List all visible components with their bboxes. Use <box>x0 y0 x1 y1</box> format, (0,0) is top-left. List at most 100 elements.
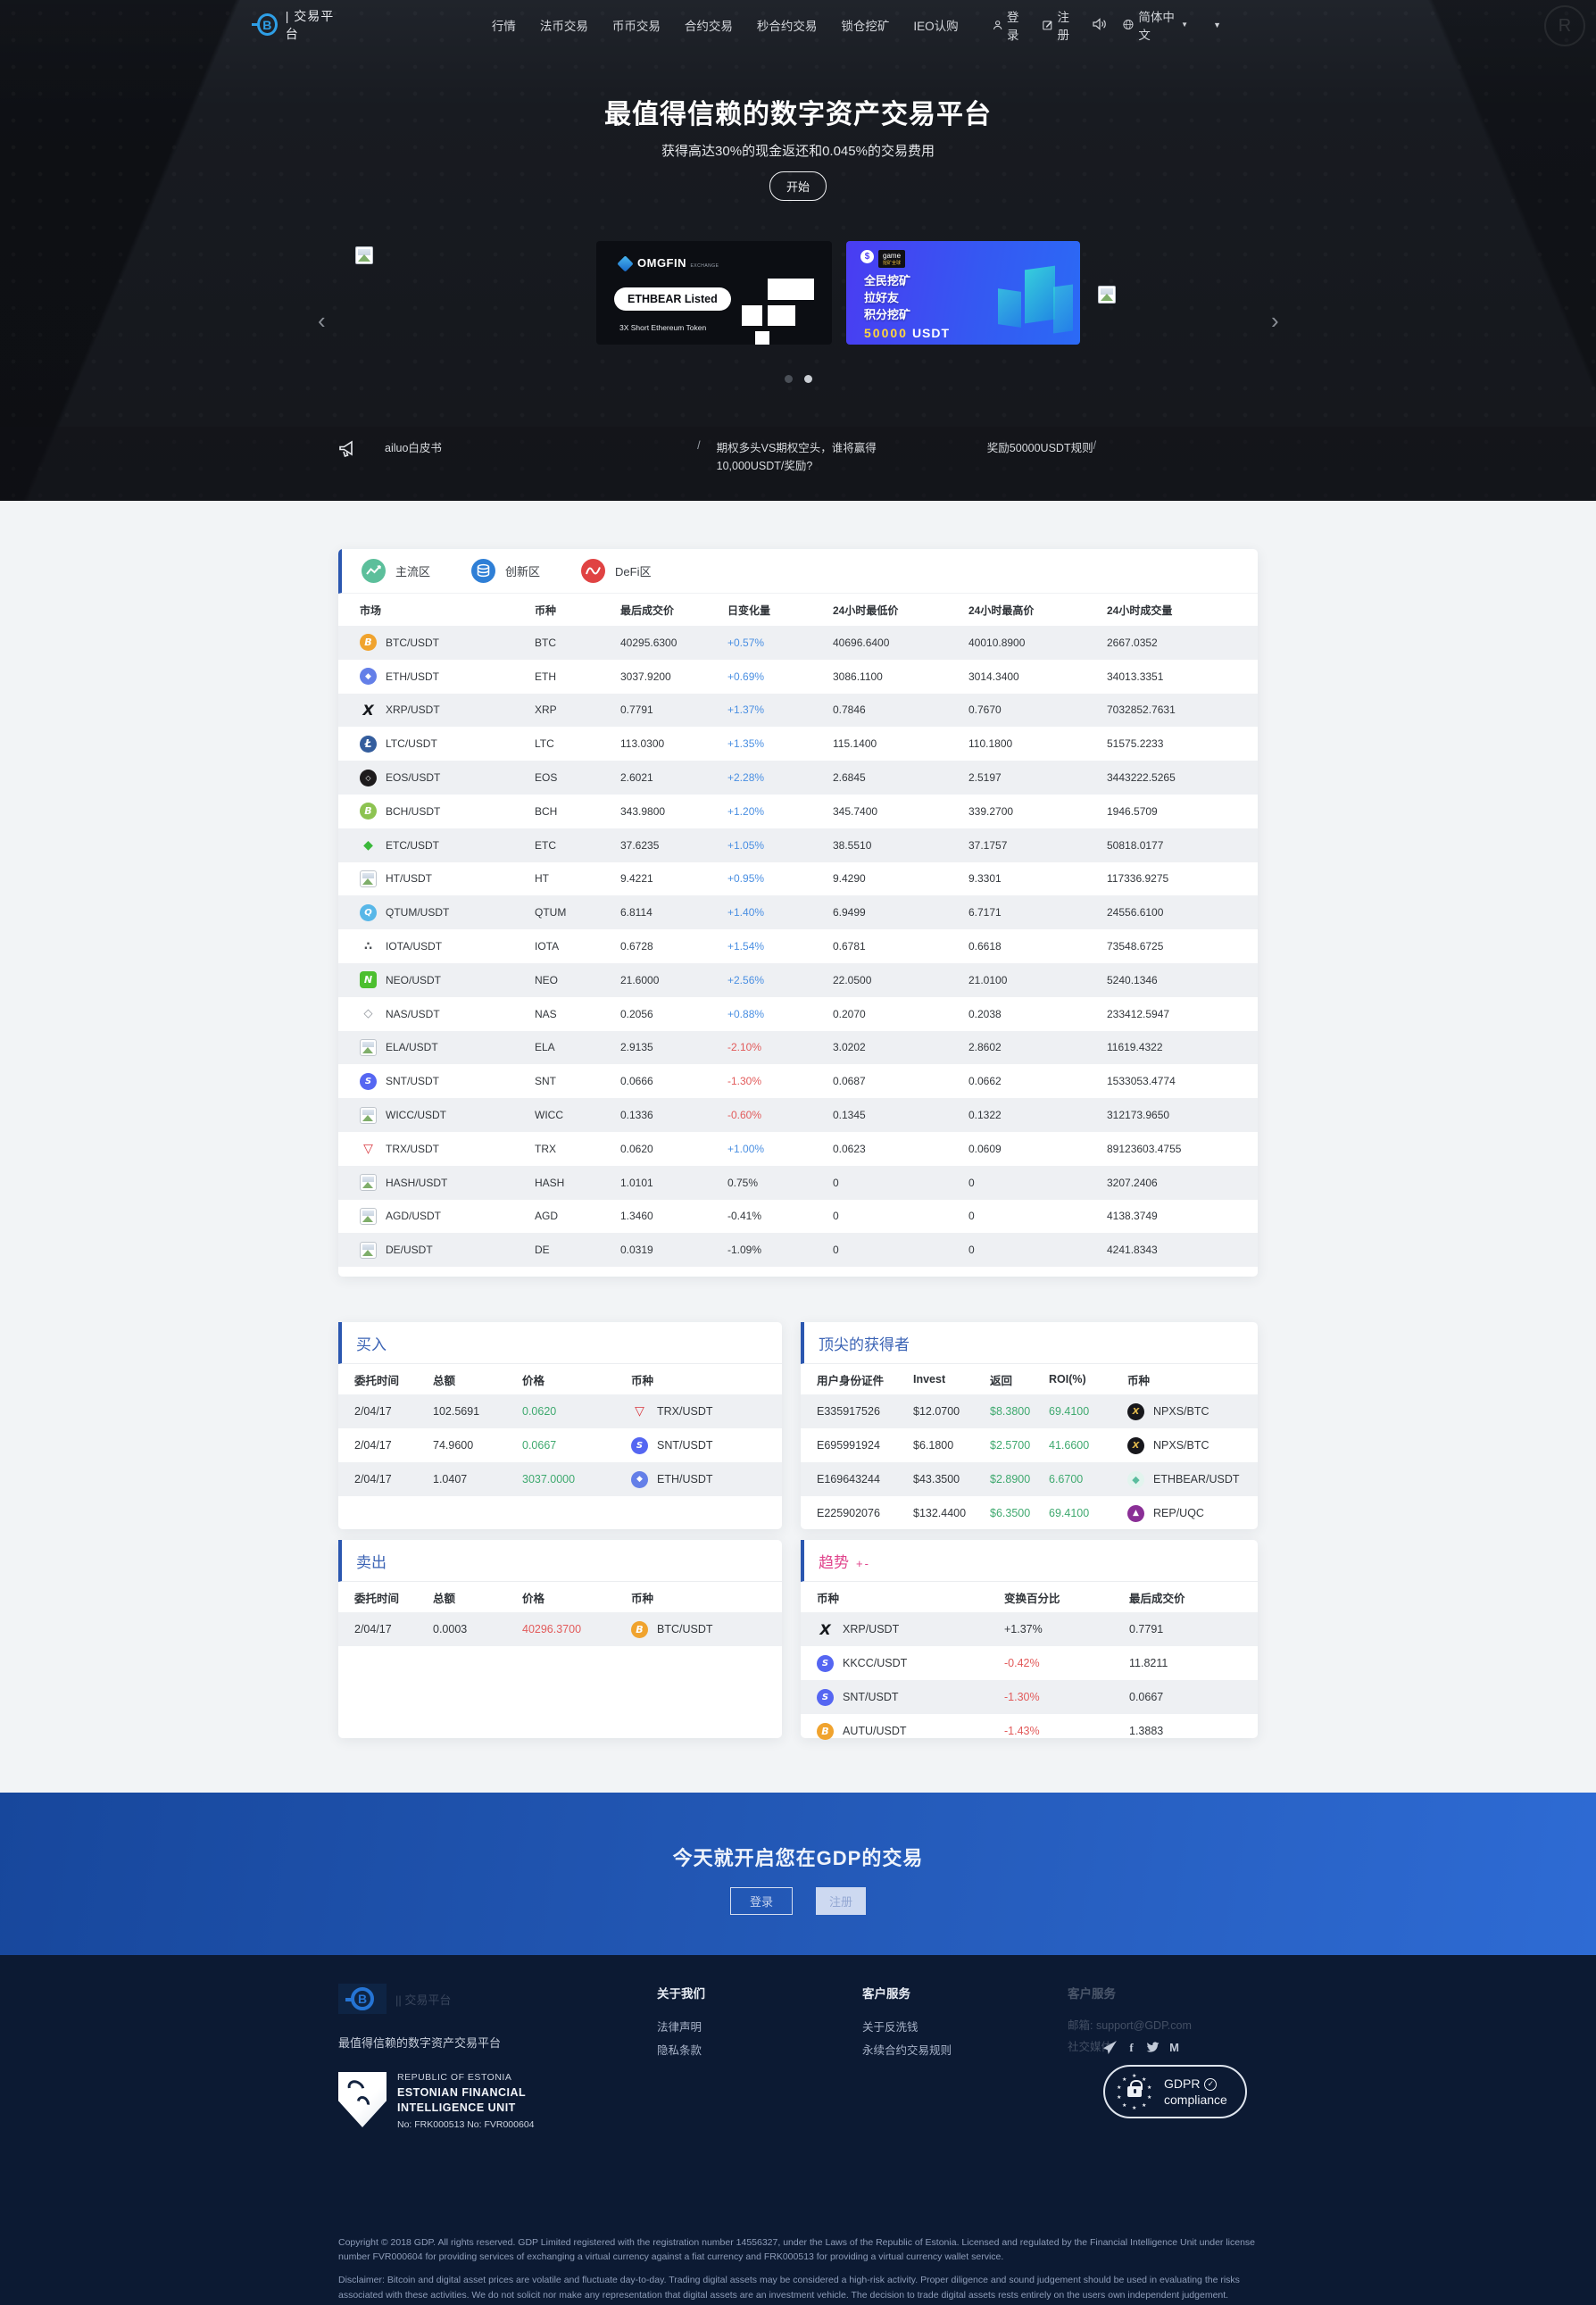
footer-tagline: 最值得信赖的数字资产交易平台 <box>338 2036 502 2050</box>
market-row[interactable]: HASH/USDT HASH 1.0101 0.75% 0 0 3207.240… <box>338 1165 1258 1200</box>
nav-item[interactable]: IEO认购 <box>913 16 958 34</box>
login-link[interactable]: 登录 <box>993 7 1027 43</box>
low-24h: 0 <box>833 1244 839 1257</box>
top-earners-body: E335917526 $12.0700 $8.3800 69.4100 X NPX… <box>801 1394 1258 1530</box>
carousel-prev-arrow[interactable]: ‹ <box>318 309 326 332</box>
last-price: 0.6728 <box>620 940 653 953</box>
carousel-dot[interactable] <box>784 375 793 383</box>
nav-item[interactable]: 法币交易 <box>540 16 588 34</box>
nav-item[interactable]: 锁仓挖矿 <box>841 16 889 34</box>
market-row[interactable]: ∴ IOTA/USDT IOTA 0.6728 +1.54% 0.6781 0.… <box>338 929 1258 963</box>
footer-link[interactable]: 隐私条款 <box>657 2039 862 2062</box>
facebook-icon[interactable]: f <box>1125 2041 1138 2054</box>
ticker-link[interactable]: ailuo白皮书 <box>385 439 442 475</box>
coin-icon: X <box>1127 1436 1144 1454</box>
cta-register-button[interactable]: 注册 <box>816 1887 866 1915</box>
banner-omgfin[interactable]: OMGFIN EXCHANGE ETHBEAR Listed 3X Short … <box>596 241 832 345</box>
banner-mining[interactable]: $ game 挖矿全球 全民挖矿 拉好友 积分挖矿 50000 USDT <box>846 241 1080 345</box>
market-table-body: B BTC/USDT BTC 40295.6300 +0.57% 40696.6… <box>338 626 1258 1268</box>
market-row[interactable]: WICC/USDT WICC 0.1336 -0.60% 0.1345 0.13… <box>338 1098 1258 1132</box>
user-id: E169643244 <box>817 1473 880 1485</box>
nav-item[interactable]: 币币交易 <box>612 16 661 34</box>
daily-change: +1.37% <box>727 703 765 717</box>
change-percent: -1.43% <box>1004 1725 1040 1737</box>
market-row[interactable]: DE/USDT DE 0.0319 -1.09% 0 0 4241.8343 <box>338 1233 1258 1268</box>
banner-graphic <box>1025 265 1055 324</box>
top-earners-header: 用户身份证件 Invest 返回 ROI(%) 币种 <box>801 1364 1258 1394</box>
market-row[interactable]: ◇ EOS/USDT EOS 2.6021 +2.28% 2.6845 2.51… <box>338 761 1258 795</box>
coin-code: NEO <box>535 973 559 986</box>
nav-item[interactable]: 合约交易 <box>685 16 733 34</box>
market-row[interactable]: ◆ ETC/USDT ETC 37.6235 +1.05% 38.5510 37… <box>338 828 1258 862</box>
footer-link[interactable]: 法律声明 <box>657 2016 862 2039</box>
last-price: 2.9135 <box>620 1041 653 1054</box>
market-row[interactable]: N NEO/USDT NEO 21.6000 +2.56% 22.0500 21… <box>338 962 1258 997</box>
pair-label: XRP/USDT <box>843 1623 900 1635</box>
column-header: 价格 <box>522 1592 545 1605</box>
register-link[interactable]: 注册 <box>1043 7 1076 43</box>
column-header: 委托时间 <box>354 1592 400 1605</box>
volume-24h: 73548.6725 <box>1107 940 1164 953</box>
coin-icon: ▲ <box>1127 1504 1144 1522</box>
change-percent: -1.30% <box>1004 1691 1040 1703</box>
high-24h: 0.0609 <box>968 1142 1002 1155</box>
pair-label: AGD/USDT <box>386 1210 442 1223</box>
language-selector[interactable]: 简体中文 ▼ <box>1123 7 1188 43</box>
carousel-next-arrow[interactable]: › <box>1271 309 1279 332</box>
coin-icon <box>360 870 377 887</box>
market-row[interactable]: ELA/USDT ELA 2.9135 -2.10% 3.0202 2.8602… <box>338 1030 1258 1065</box>
buy-panel-title: 买入 <box>338 1322 782 1364</box>
broken-image-icon <box>1098 286 1116 304</box>
cta-login-button[interactable]: 登录 <box>730 1887 793 1915</box>
footer-link[interactable]: 永续合约交易规则 <box>862 2039 1068 2062</box>
carousel-dot-active[interactable] <box>803 375 812 383</box>
sell-panel-title: 卖出 <box>338 1540 782 1582</box>
language-label: 简体中文 <box>1138 10 1175 42</box>
twitter-icon[interactable] <box>1146 2041 1160 2054</box>
coin-code: HASH <box>535 1176 565 1189</box>
ticker-separator: / <box>1093 439 1097 452</box>
ticker-link[interactable]: 奖励50000USDT规则 <box>987 439 1093 475</box>
market-row[interactable]: B BTC/USDT BTC 40295.6300 +0.57% 40696.6… <box>338 626 1258 660</box>
order-amount: 0.0003 <box>433 1623 468 1635</box>
footer-link[interactable]: 关于反洗钱 <box>862 2016 1068 2039</box>
high-24h: 0.0662 <box>968 1075 1002 1088</box>
brand-logo[interactable]: B | 交易平台 <box>252 7 340 43</box>
ticker-link[interactable]: 期权多头VS期权空头，谁将赢得10,000USDT/奖励? <box>717 439 931 475</box>
medium-icon[interactable]: M <box>1168 2041 1181 2054</box>
telegram-icon[interactable] <box>1103 2041 1117 2054</box>
market-row[interactable]: Q QTUM/USDT QTUM 6.8114 +1.40% 6.9499 6.… <box>338 895 1258 930</box>
column-header: 市场 <box>360 603 382 617</box>
low-24h: 3.0202 <box>833 1041 866 1054</box>
volume-24h: 3443222.5265 <box>1107 771 1176 785</box>
tab-defi[interactable]: DeFi区 <box>581 559 651 583</box>
column-header: 最后成交价 <box>620 603 675 617</box>
market-row[interactable]: ◆ ETH/USDT ETH 3037.9200 +0.69% 3086.110… <box>338 660 1258 694</box>
return-amount: $2.5700 <box>990 1439 1031 1452</box>
tab-mainstream[interactable]: 主流区 <box>362 559 430 583</box>
market-row[interactable]: AGD/USDT AGD 1.3460 -0.41% 0 0 4138.3749 <box>338 1200 1258 1234</box>
pair-label: QTUM/USDT <box>386 906 450 920</box>
extra-dropdown-icon[interactable]: ▼ <box>1213 21 1221 29</box>
pair-label: HT/USDT <box>386 872 432 886</box>
volume-24h: 1533053.4774 <box>1107 1075 1176 1088</box>
market-row[interactable]: ▽ TRX/USDT TRX 0.0620 +1.00% 0.0623 0.06… <box>338 1132 1258 1166</box>
buy-panel-body: 2/04/17 102.5691 0.0620 ▽ TRX/USDT 2/04/1… <box>338 1394 782 1496</box>
start-button[interactable]: 开始 <box>769 171 827 201</box>
nav-item[interactable]: 秒合约交易 <box>757 16 818 34</box>
buy-order-row: 2/04/17 74.9600 0.0667 S SNT/USDT <box>338 1428 782 1462</box>
market-row[interactable]: X XRP/USDT XRP 0.7791 +1.37% 0.7846 0.76… <box>338 693 1258 728</box>
nav-item[interactable]: 行情 <box>492 16 516 34</box>
market-row[interactable]: B BCH/USDT BCH 343.9800 +1.20% 345.7400 … <box>338 795 1258 828</box>
high-24h: 2.8602 <box>968 1041 1002 1054</box>
top-navbar: B | 交易平台 行情 法币交易 币币交易 合约交易 秒合约交易 锁仓挖矿 IEO认购 登录… <box>252 0 1221 49</box>
announcement-speaker-icon[interactable] <box>1093 17 1107 33</box>
market-row[interactable]: S SNT/USDT SNT 0.0666 -1.30% 0.0687 0.06… <box>338 1064 1258 1098</box>
coin-icon: ◆ <box>363 837 373 853</box>
market-row[interactable]: ◇ NAS/USDT NAS 0.2056 +0.88% 0.2070 0.20… <box>338 997 1258 1031</box>
market-row[interactable]: HT/USDT HT 9.4221 +0.95% 9.4290 9.3301 1… <box>338 862 1258 896</box>
tab-innovation[interactable]: 创新区 <box>471 559 540 583</box>
brand-text: | 交易平台 <box>285 8 335 41</box>
market-row[interactable]: Ł LTC/USDT LTC 113.0300 +1.35% 115.1400 … <box>338 727 1258 761</box>
volume-24h: 51575.2233 <box>1107 737 1164 751</box>
